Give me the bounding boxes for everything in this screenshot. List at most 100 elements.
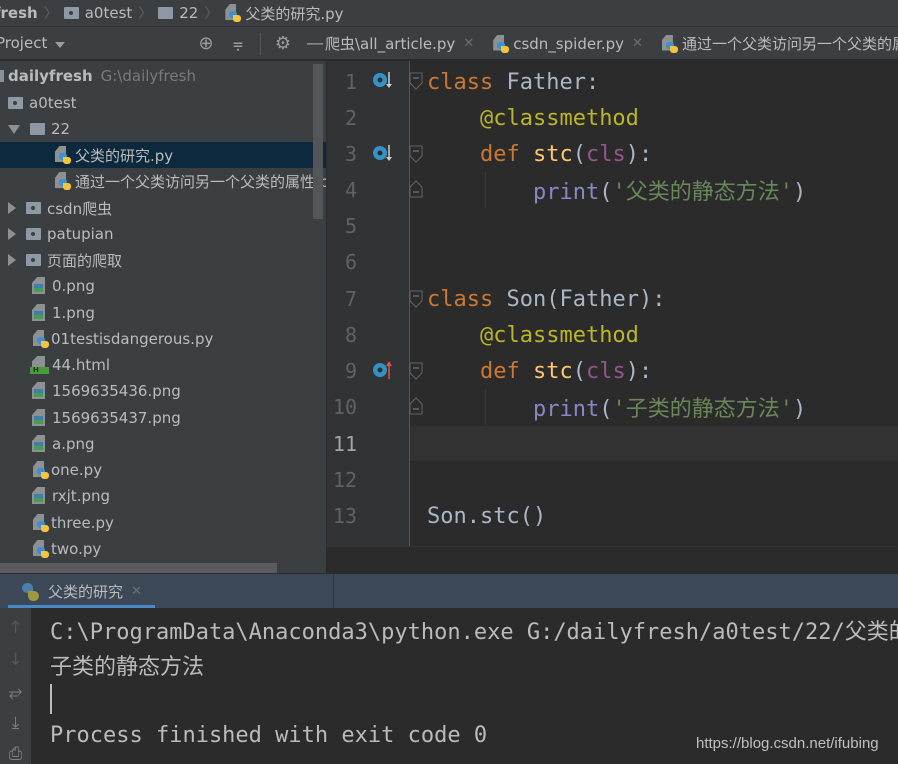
folder-icon <box>8 97 23 109</box>
tree-item[interactable]: rxjt.png <box>0 483 326 509</box>
tree-item[interactable]: 页面的爬取 <box>0 247 326 273</box>
collapse-arrow-icon[interactable] <box>8 202 16 214</box>
line-number: 5 <box>344 214 357 238</box>
tree-item[interactable]: 22 <box>0 116 326 142</box>
line-number: 11 <box>332 432 357 456</box>
close-icon[interactable]: ✕ <box>131 584 142 599</box>
tree-vertical-scrollbar[interactable] <box>313 64 323 219</box>
code-token: print <box>532 180 600 205</box>
editor-empty-area <box>327 546 898 573</box>
code-line[interactable]: 13 Son.stc() <box>327 498 898 534</box>
tree-item[interactable]: a0test <box>0 90 326 116</box>
scroll-to-end-icon[interactable]: ⤓ <box>0 713 31 733</box>
tab-csdn-spider[interactable]: csdn_spider.py ✕ <box>492 34 643 53</box>
code-token: class <box>427 286 507 312</box>
image-file-icon <box>32 382 46 400</box>
soft-wrap-icon[interactable]: ⥂ <box>0 682 31 702</box>
line-number: 13 <box>332 504 357 528</box>
tree-item[interactable]: 1569635437.png <box>0 405 326 431</box>
console-command-line: C:\ProgramData\Anaconda3\python.exe G:/d… <box>50 620 898 645</box>
code-token: @classmethod <box>479 105 639 131</box>
text-cursor <box>50 684 52 714</box>
tree-item[interactable]: 1.png <box>0 300 326 326</box>
overridden-method-icon[interactable] <box>371 143 393 163</box>
tree-item[interactable]: a.png <box>0 431 326 457</box>
fold-marker-icon[interactable] <box>408 290 424 308</box>
fold-end-icon[interactable] <box>408 397 424 415</box>
tree-item[interactable]: three.py <box>0 510 326 536</box>
line-number: 9 <box>344 359 357 383</box>
run-tab[interactable]: 父类的研究 ✕ <box>8 574 155 609</box>
code-token: ( <box>572 358 586 384</box>
tree-item-selected[interactable]: 父类的研究.py <box>0 142 326 168</box>
editor-tabs: 爬虫\all_article.py ✕ csdn_spider.py ✕ 通过一… <box>325 27 898 59</box>
tab-label: csdn_spider.py <box>513 34 625 53</box>
tree-item[interactable]: 01testisdangerous.py <box>0 326 326 352</box>
collapse-arrow-icon[interactable] <box>8 254 16 266</box>
fold-marker-icon[interactable] <box>408 72 424 90</box>
breadcrumb-item-project[interactable]: fresh <box>0 4 38 22</box>
code-token: ( <box>599 180 613 205</box>
collapse-icon[interactable]: ⩦ <box>222 33 254 54</box>
tree-item[interactable]: 通过一个父类访问另一个父类的属性.py <box>0 168 326 194</box>
code-token: ( <box>599 397 613 422</box>
line-number: 6 <box>344 250 357 274</box>
tree-root[interactable]: dailyfresh G:\dailyfresh <box>0 63 326 89</box>
image-file-icon <box>32 487 46 505</box>
header-divider <box>333 574 334 609</box>
code-line[interactable]: 5 <box>327 208 898 244</box>
overridden-method-icon[interactable] <box>371 70 393 90</box>
up-arrow-icon[interactable]: ↑ <box>0 618 31 638</box>
folder-icon <box>63 7 79 19</box>
python-file-icon <box>32 514 49 532</box>
fold-end-icon[interactable] <box>408 180 424 198</box>
tree-item[interactable]: H 44.html <box>0 352 326 378</box>
tree-item[interactable]: csdn爬虫 <box>0 195 326 221</box>
fold-marker-icon[interactable] <box>408 362 424 380</box>
tab-parent-attr[interactable]: 通过一个父类访问另一个父类的属性.py <box>661 33 898 54</box>
close-icon[interactable]: ✕ <box>632 36 643 51</box>
run-toolbar: ↑ ↓ ⥂ ⤓ ⎙ <box>0 608 31 764</box>
tree-item-label: patupian <box>47 225 114 243</box>
down-arrow-icon[interactable]: ↓ <box>0 650 31 670</box>
print-icon[interactable]: ⎙ <box>0 744 31 764</box>
code-token: ) <box>792 180 807 205</box>
tab-label: 通过一个父类访问另一个父类的属性.py <box>681 35 898 53</box>
tree-item[interactable]: 0.png <box>0 273 326 299</box>
tab-all-article[interactable]: 爬虫\all_article.py ✕ <box>325 33 474 54</box>
tree-item[interactable]: patupian <box>0 221 326 247</box>
breadcrumb-item-file[interactable]: 父类的研究.py <box>224 3 344 24</box>
close-icon[interactable]: ✕ <box>463 36 474 51</box>
code-token: stc <box>532 141 573 167</box>
collapse-arrow-icon[interactable] <box>8 228 16 240</box>
code-line[interactable]: 12 <box>327 462 898 498</box>
project-view-selector[interactable]: Project <box>0 34 66 52</box>
code-line[interactable]: 8 @classmethod <box>327 317 898 353</box>
expand-arrow-icon[interactable] <box>8 124 20 134</box>
breadcrumb-item-22[interactable]: 22 <box>158 4 198 22</box>
locate-icon[interactable]: ⊕ <box>190 33 222 54</box>
tab-label: 爬虫\all_article.py <box>325 35 456 53</box>
breadcrumb-label: a0test <box>84 4 133 22</box>
line-number: 1 <box>344 70 357 94</box>
breadcrumb-item-a0test[interactable]: a0test <box>63 4 133 22</box>
tree-item-label: three.py <box>51 514 114 532</box>
code-text: class Father: <box>427 70 599 95</box>
folder-icon <box>158 7 174 19</box>
tree-item[interactable]: one.py <box>0 457 326 483</box>
fold-marker-icon[interactable] <box>408 145 424 163</box>
tree-item[interactable]: 1569635436.png <box>0 378 326 404</box>
code-line[interactable]: 6 <box>327 244 898 280</box>
code-token: stc <box>532 358 573 384</box>
code-line[interactable]: 2 @classmethod <box>327 100 898 136</box>
python-file-icon <box>54 172 71 190</box>
tree-horizontal-scrollbar[interactable] <box>0 563 277 573</box>
toolbar: Project ⊕ ⩦ ⚙ — 爬虫\all_article.py ✕ csdn… <box>0 27 898 60</box>
code-token: '父类的静态方法' <box>612 180 793 205</box>
tree-item[interactable]: two.py <box>0 536 326 562</box>
overriding-method-icon[interactable] <box>371 360 393 380</box>
code-line[interactable]: 11 <box>327 426 898 462</box>
gear-icon[interactable]: ⚙ <box>267 33 299 54</box>
